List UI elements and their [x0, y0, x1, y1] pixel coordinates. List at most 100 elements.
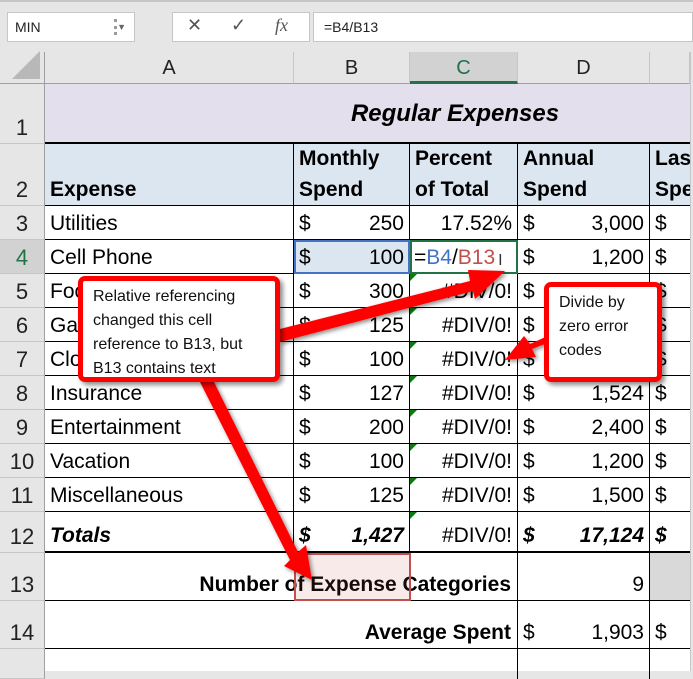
monthly-cell[interactable]: $125	[294, 478, 410, 512]
percent-cell[interactable]: #DIV/0!	[410, 444, 518, 478]
totals-monthly-cell[interactable]: $ 1,427	[294, 512, 410, 553]
annual-cell[interactable]: $1,200	[518, 444, 650, 478]
error-indicator[interactable]	[410, 376, 417, 383]
sheet-title-cell[interactable]: Regular Expenses	[45, 84, 690, 144]
currency-symbol: $	[299, 524, 311, 547]
header-annual-spend[interactable]: Annual Spend	[518, 144, 650, 206]
monthly-cell[interactable]: $127	[294, 376, 410, 410]
cancel-icon[interactable]: ✕	[187, 15, 202, 36]
insert-function-icon[interactable]: fx	[275, 15, 288, 36]
last-spend-cell[interactable]: $	[650, 444, 690, 478]
totals-label: Totals	[50, 524, 112, 547]
annual-value: 2,400	[591, 416, 644, 439]
row-header-3[interactable]: 3	[0, 206, 45, 240]
monthly-cell[interactable]: $250	[294, 206, 410, 240]
percent-cell[interactable]: #DIV/0!	[410, 478, 518, 512]
error-indicator[interactable]	[410, 478, 417, 485]
average-value-cell[interactable]: $ 1,903	[518, 601, 650, 649]
categories-label-cell[interactable]: Number of Expense Categories	[45, 553, 518, 601]
row-header-8[interactable]: 8	[0, 376, 45, 410]
percent-cell[interactable]: #DIV/0!	[410, 376, 518, 410]
monthly-cell[interactable]: $300	[294, 274, 410, 308]
row-header-14[interactable]: 14	[0, 601, 45, 649]
average-label-cell[interactable]: Average Spent	[45, 601, 518, 649]
b13-highlight[interactable]	[294, 553, 411, 601]
e14-cell[interactable]: $	[650, 601, 690, 649]
chevron-down-icon[interactable]: ▼	[117, 13, 126, 41]
row-header-5[interactable]: 5	[0, 274, 45, 308]
percent-cell[interactable]: #DIV/0!	[410, 308, 518, 342]
percent-value: 17.52%	[440, 212, 512, 235]
error-indicator[interactable]	[410, 274, 417, 281]
row-header-11[interactable]: 11	[0, 478, 45, 512]
header-monthly-spend[interactable]: Monthly Spend	[294, 144, 410, 206]
row-header-6[interactable]: 6	[0, 308, 45, 342]
totals-last-cell[interactable]: $	[650, 512, 690, 553]
annual-cell[interactable]: $2,400	[518, 410, 650, 444]
row15-a-cell[interactable]	[45, 649, 518, 679]
resize-grip[interactable]	[114, 19, 117, 35]
totals-label-cell[interactable]: Totals	[45, 512, 294, 553]
annual-cell[interactable]: $1,500	[518, 478, 650, 512]
expense-cell[interactable]: Miscellaneous	[45, 478, 294, 512]
column-header-a[interactable]: A	[45, 52, 294, 84]
last-spend-cell[interactable]: $	[650, 206, 690, 240]
expense-cell[interactable]: Vacation	[45, 444, 294, 478]
row-header-15[interactable]	[0, 649, 45, 679]
column-header-c[interactable]: C	[410, 52, 518, 84]
e13-cell[interactable]	[650, 553, 690, 601]
currency-symbol: $	[655, 484, 667, 507]
monthly-cell[interactable]: $125	[294, 308, 410, 342]
annual-cell[interactable]: $3,000	[518, 206, 650, 240]
error-indicator[interactable]	[410, 308, 417, 315]
row-header-9[interactable]: 9	[0, 410, 45, 444]
expense-cell[interactable]: Entertainment	[45, 410, 294, 444]
monthly-cell[interactable]: $200	[294, 410, 410, 444]
last-spend-cell[interactable]: $	[650, 240, 690, 274]
row-header-13[interactable]: 13	[0, 553, 45, 601]
monthly-cell[interactable]: $100	[294, 444, 410, 478]
error-indicator[interactable]	[410, 512, 417, 519]
column-header-d[interactable]: D	[518, 52, 650, 84]
expense-cell[interactable]: Cell Phone	[45, 240, 294, 274]
totals-annual-cell[interactable]: $ 17,124	[518, 512, 650, 553]
row-header-1[interactable]: 1	[0, 84, 45, 144]
categories-value-cell[interactable]: 9	[518, 553, 650, 601]
row-header-10[interactable]: 10	[0, 444, 45, 478]
expense-cell[interactable]: Utilities	[45, 206, 294, 240]
select-all-corner[interactable]	[0, 51, 45, 84]
percent-value: #DIV/0!	[441, 348, 512, 371]
expense-name: Insurance	[50, 382, 143, 405]
row-header-2[interactable]: 2	[0, 144, 45, 206]
formula-input[interactable]: =B4/B13	[313, 12, 693, 42]
currency-symbol: $	[523, 246, 535, 269]
row-header-7[interactable]: 7	[0, 342, 45, 376]
totals-percent-cell[interactable]: #DIV/0!	[410, 512, 518, 553]
header-percent-total[interactable]: Percent of Total	[410, 144, 518, 206]
header-expense[interactable]: Expense	[45, 144, 294, 206]
row-header-12[interactable]: 12	[0, 512, 45, 553]
percent-cell-editing[interactable]: = B4/B13 I	[410, 240, 518, 274]
percent-cell[interactable]: #DIV/0!	[410, 342, 518, 376]
error-indicator[interactable]	[410, 410, 417, 417]
column-header-e[interactable]	[650, 52, 690, 84]
error-indicator[interactable]	[410, 342, 417, 349]
header-last-spend[interactable]: Last Spe	[650, 144, 690, 206]
monthly-cell[interactable]: $100	[294, 342, 410, 376]
row15-d-cell[interactable]	[518, 649, 650, 679]
annual-value: 1,500	[591, 484, 644, 507]
annual-cell[interactable]: $1,200	[518, 240, 650, 274]
monthly-cell[interactable]: $100	[294, 240, 410, 274]
average-label: Average Spent	[364, 621, 511, 644]
percent-cell[interactable]: #DIV/0!	[410, 410, 518, 444]
enter-icon[interactable]: ✓	[231, 15, 246, 36]
row-header-4[interactable]: 4	[0, 240, 45, 274]
percent-cell[interactable]: 17.52%	[410, 206, 518, 240]
callout-right-text: Divide by zero error codes	[559, 294, 629, 359]
percent-cell[interactable]: #DIV/0!	[410, 274, 518, 308]
currency-symbol: $	[523, 524, 535, 547]
last-spend-cell[interactable]: $	[650, 410, 690, 444]
column-header-b[interactable]: B	[294, 52, 410, 84]
last-spend-cell[interactable]: $	[650, 478, 690, 512]
error-indicator[interactable]	[410, 444, 417, 451]
